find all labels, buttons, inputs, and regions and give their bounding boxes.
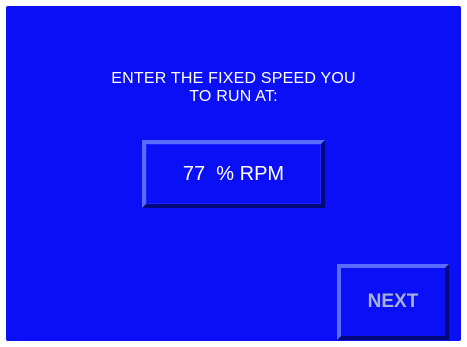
speed-display: 77 % RPM	[146, 144, 321, 204]
speed-input-field[interactable]: 77 % RPM	[142, 140, 325, 208]
next-button[interactable]: NEXT	[337, 264, 449, 340]
speed-value: 77	[182, 163, 206, 185]
speed-unit: % RPM	[216, 163, 285, 185]
next-button-label: NEXT	[367, 291, 419, 312]
prompt-line-2: TO RUN AT:	[189, 88, 278, 105]
speed-prompt: ENTER THE FIXED SPEED YOU TO RUN AT:	[6, 70, 461, 106]
prompt-line-1: ENTER THE FIXED SPEED YOU	[111, 70, 356, 87]
